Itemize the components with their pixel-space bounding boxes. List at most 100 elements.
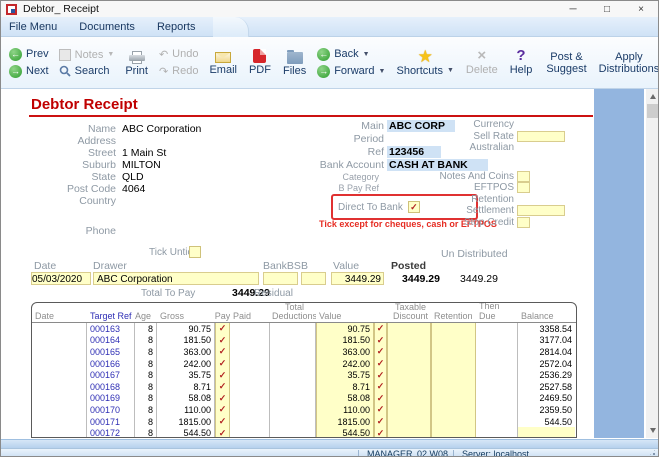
cell-taxable-checkbox[interactable]: ✓ <box>374 323 387 335</box>
print-button[interactable]: Print <box>119 39 154 86</box>
next-button[interactable]: → Next <box>9 64 49 78</box>
value-input[interactable]: 3449.29 <box>331 272 384 285</box>
cell-discount[interactable] <box>387 323 431 335</box>
apply-distributions-button[interactable]: Apply Distributions <box>593 39 658 86</box>
redo-button[interactable]: ↷ Redo <box>159 65 199 78</box>
notes-and-coins-input[interactable] <box>517 170 530 182</box>
cell-pay-checkbox[interactable]: ✓ <box>215 357 230 370</box>
cell-pay-checkbox[interactable]: ✓ <box>215 334 230 347</box>
cell-taxable-checkbox[interactable]: ✓ <box>374 404 387 416</box>
back-button[interactable]: ← Back ▼ <box>317 47 385 61</box>
table-row[interactable]: 000171 8 1815.00 ✓ 1815.00 ✓ 544.50 <box>32 415 576 428</box>
cell-taxable-checkbox[interactable]: ✓ <box>374 415 387 428</box>
cell-retention[interactable] <box>431 334 476 347</box>
cell-target-ref[interactable]: 000169 <box>87 392 135 405</box>
cell-value[interactable]: 58.08 <box>316 392 374 405</box>
cell-retention[interactable] <box>431 404 476 416</box>
delete-button[interactable]: × Delete <box>460 39 504 86</box>
tick-untick-checkbox[interactable] <box>189 246 201 258</box>
help-button[interactable]: ? Help <box>504 39 539 86</box>
table-row[interactable]: 000166 8 242.00 ✓ 242.00 ✓ 2572.04 <box>32 357 576 370</box>
cell-pay-checkbox[interactable]: ✓ <box>215 415 230 428</box>
name-value[interactable]: ABC Corporation <box>122 123 201 135</box>
cell-pay-checkbox[interactable]: ✓ <box>215 346 230 358</box>
cell-pay-checkbox[interactable]: ✓ <box>215 427 230 437</box>
table-row[interactable]: 000170 8 110.00 ✓ 110.00 ✓ 2359.50 <box>32 404 576 416</box>
table-row[interactable]: 000169 8 58.08 ✓ 58.08 ✓ 2469.50 <box>32 392 576 405</box>
table-row[interactable]: 000163 8 90.75 ✓ 90.75 ✓ 3358.54 <box>32 323 576 335</box>
drawer-input[interactable]: ABC Corporation <box>93 272 259 285</box>
horizontal-scrollbar[interactable] <box>1 439 658 448</box>
cell-target-ref[interactable]: 000166 <box>87 357 135 370</box>
cell-retention[interactable] <box>431 369 476 381</box>
cell-discount[interactable] <box>387 427 431 437</box>
cell-discount[interactable] <box>387 369 431 381</box>
cell-taxable-checkbox[interactable]: ✓ <box>374 357 387 370</box>
table-row[interactable]: 000164 8 181.50 ✓ 181.50 ✓ 3177.04 <box>32 334 576 347</box>
cell-target-ref[interactable]: 000165 <box>87 346 135 358</box>
cell-retention[interactable] <box>431 346 476 358</box>
cell-taxable-checkbox[interactable]: ✓ <box>374 334 387 347</box>
cell-value[interactable]: 181.50 <box>316 334 374 347</box>
date-input[interactable]: 05/03/2020 <box>31 272 91 285</box>
search-button[interactable]: Search <box>59 65 115 77</box>
cell-retention[interactable] <box>431 427 476 437</box>
eftpos-input[interactable] <box>517 182 530 194</box>
cell-value[interactable]: 544.50 <box>316 427 374 437</box>
settlement-input[interactable] <box>517 205 565 217</box>
prev-button[interactable]: ← Prev <box>9 47 49 61</box>
cell-pay-checkbox[interactable]: ✓ <box>215 380 230 393</box>
cell-discount[interactable] <box>387 415 431 428</box>
menu-documents[interactable]: Documents <box>79 21 135 33</box>
notes-button[interactable]: Notes ▼ <box>58 48 114 61</box>
cell-discount[interactable] <box>387 357 431 370</box>
files-button[interactable]: Files <box>277 39 312 86</box>
cell-taxable-checkbox[interactable]: ✓ <box>374 369 387 381</box>
sell-rate-input[interactable] <box>517 130 565 142</box>
close-button[interactable]: × <box>624 1 658 17</box>
bankbsb-input-2[interactable] <box>301 272 326 285</box>
cell-target-ref[interactable]: 000168 <box>87 380 135 393</box>
state-value[interactable]: QLD <box>122 171 144 183</box>
cell-taxable-checkbox[interactable]: ✓ <box>374 392 387 405</box>
cell-taxable-checkbox[interactable]: ✓ <box>374 427 387 437</box>
postcode-value[interactable]: 4064 <box>122 183 145 195</box>
cell-value[interactable]: 110.00 <box>316 404 374 416</box>
suburb-value[interactable]: MILTON <box>122 159 161 171</box>
table-row[interactable]: 000167 8 35.75 ✓ 35.75 ✓ 2536.29 <box>32 369 576 381</box>
cell-taxable-checkbox[interactable]: ✓ <box>374 380 387 393</box>
cell-target-ref[interactable]: 000170 <box>87 404 135 416</box>
street-value[interactable]: 1 Main St <box>122 147 166 159</box>
bankbsb-input-1[interactable] <box>263 272 298 285</box>
cell-value[interactable]: 35.75 <box>316 369 374 381</box>
cell-target-ref[interactable]: 000164 <box>87 334 135 347</box>
cell-retention[interactable] <box>431 392 476 405</box>
cell-pay-checkbox[interactable]: ✓ <box>215 369 230 381</box>
cell-value[interactable]: 363.00 <box>316 346 374 358</box>
post-suggest-button[interactable]: Post & Suggest <box>540 39 592 86</box>
cell-target-ref[interactable]: 000167 <box>87 369 135 381</box>
pdf-button[interactable]: PDF <box>243 39 277 86</box>
cell-pay-checkbox[interactable]: ✓ <box>215 323 230 335</box>
scrollbar-thumb[interactable] <box>647 104 658 118</box>
cell-taxable-checkbox[interactable]: ✓ <box>374 346 387 358</box>
cell-pay-checkbox[interactable]: ✓ <box>215 404 230 416</box>
vertical-scrollbar[interactable] <box>646 89 658 438</box>
undo-button[interactable]: ↶ Undo <box>159 48 199 61</box>
cell-discount[interactable] <box>387 404 431 416</box>
maximize-button[interactable]: □ <box>590 1 624 17</box>
table-row[interactable]: 000168 8 8.71 ✓ 8.71 ✓ 2527.58 <box>32 380 576 393</box>
scroll-up-icon[interactable] <box>646 90 658 103</box>
table-row[interactable]: 000172 8 544.50 ✓ 544.50 ✓ <box>32 427 576 437</box>
cell-value[interactable]: 90.75 <box>316 323 374 335</box>
resize-grip[interactable] <box>648 448 657 456</box>
cell-retention[interactable] <box>431 380 476 393</box>
cell-discount[interactable] <box>387 392 431 405</box>
email-button[interactable]: Email <box>203 39 243 86</box>
cell-discount[interactable] <box>387 380 431 393</box>
cell-pay-checkbox[interactable]: ✓ <box>215 392 230 405</box>
shortcuts-button[interactable]: ★ Shortcuts ▼ <box>390 39 459 86</box>
cell-retention[interactable] <box>431 357 476 370</box>
cell-target-ref[interactable]: 000171 <box>87 415 135 428</box>
cell-value[interactable]: 242.00 <box>316 357 374 370</box>
